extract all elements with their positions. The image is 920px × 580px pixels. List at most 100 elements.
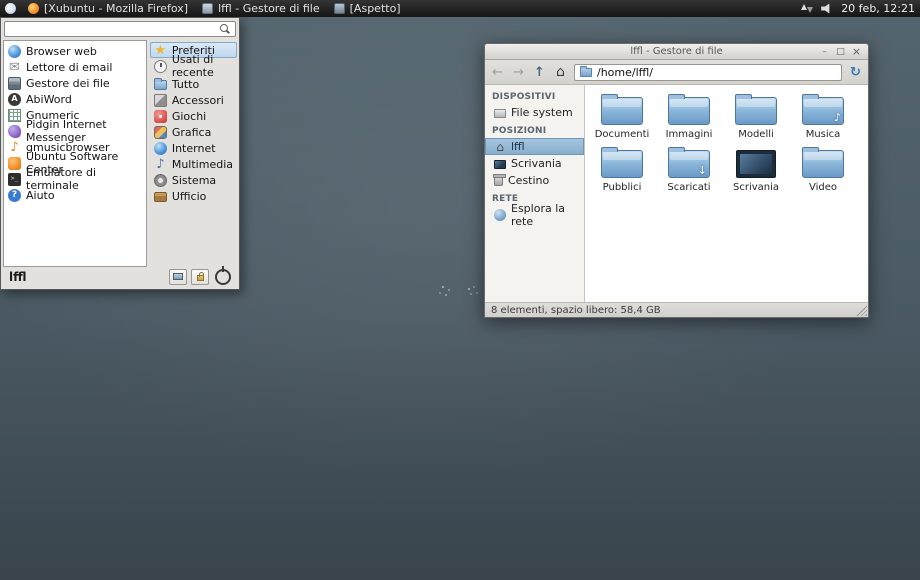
task-list: [Xubuntu - Mozilla Firefox] lffl - Gesto… xyxy=(28,2,401,15)
lock-screen-button[interactable] xyxy=(191,269,209,285)
software-bag-icon xyxy=(8,157,21,170)
file-item-musica[interactable]: ♪ Musica xyxy=(790,91,856,144)
window-body: DISPOSITIVI File system POSIZIONI lffl S… xyxy=(485,85,868,302)
music-note-icon xyxy=(8,141,21,154)
status-text: 8 elementi, spazio libero: 58,4 GB xyxy=(491,305,661,316)
places-sidebar: DISPOSITIVI File system POSIZIONI lffl S… xyxy=(485,85,585,302)
file-item-pubblici[interactable]: Pubblici xyxy=(589,144,655,197)
sidebar-item-file-system[interactable]: File system xyxy=(485,104,584,121)
gear-icon xyxy=(154,174,167,187)
menu-category-recenti[interactable]: Usati di recente xyxy=(150,58,237,74)
sidebar-item-browse-network[interactable]: Esplora la rete xyxy=(485,206,584,223)
forward-button[interactable] xyxy=(511,66,526,79)
file-label: Immagini xyxy=(666,129,713,140)
menu-app-email[interactable]: Lettore di email xyxy=(4,59,146,75)
file-item-scaricati[interactable]: ↓ Scaricati xyxy=(656,144,722,197)
search-input[interactable] xyxy=(5,23,219,36)
firefox-icon xyxy=(28,3,39,14)
taskbar-item-label: [Xubuntu - Mozilla Firefox] xyxy=(44,2,188,15)
wallpaper-dots xyxy=(468,288,470,290)
home-button[interactable] xyxy=(553,65,568,79)
briefcase-icon xyxy=(154,192,167,202)
back-button[interactable] xyxy=(490,66,505,79)
menu-category-sistema[interactable]: Sistema xyxy=(150,172,237,188)
window-titlebar[interactable]: lffl - Gestore di file xyxy=(485,44,868,60)
category-label: Usati di recente xyxy=(172,53,233,79)
menu-button[interactable] xyxy=(0,0,20,17)
menu-app-abiword[interactable]: AbiWord xyxy=(4,91,146,107)
file-label: Scrivania xyxy=(733,182,779,193)
category-label: Ufficio xyxy=(172,190,207,203)
path-field[interactable]: /home/lffl/ xyxy=(574,64,842,81)
category-label: Internet xyxy=(172,142,216,155)
file-item-documenti[interactable]: Documenti xyxy=(589,91,655,144)
file-item-modelli[interactable]: Modelli xyxy=(723,91,789,144)
up-button[interactable] xyxy=(532,66,547,79)
search-icon xyxy=(219,23,231,35)
close-button[interactable] xyxy=(851,46,862,58)
menu-category-giochi[interactable]: Giochi xyxy=(150,108,237,124)
drive-icon xyxy=(494,109,506,118)
sidebar-header-devices: DISPOSITIVI xyxy=(485,87,584,104)
app-label: Gestore dei file xyxy=(26,77,110,90)
sidebar-item-trash[interactable]: Cestino xyxy=(485,172,584,189)
menu-app-file-manager[interactable]: Gestore dei file xyxy=(4,75,146,91)
refresh-button[interactable] xyxy=(848,66,863,79)
minimize-button[interactable] xyxy=(819,46,830,58)
menu-app-terminal[interactable]: Emulatore di terminale xyxy=(4,171,146,187)
menu-category-multimedia[interactable]: Multimedia xyxy=(150,156,237,172)
window-title: lffl - Gestore di file xyxy=(485,46,868,57)
folder-download-icon: ↓ xyxy=(668,150,710,178)
category-label: Sistema xyxy=(172,174,216,187)
folder-icon xyxy=(668,97,710,125)
maximize-button[interactable] xyxy=(835,46,846,58)
pidgin-icon xyxy=(8,125,21,138)
menu-category-accessori[interactable]: Accessori xyxy=(150,92,237,108)
folder-icon xyxy=(601,150,643,178)
folder-icon xyxy=(601,97,643,125)
menu-category-internet[interactable]: Internet xyxy=(150,140,237,156)
file-item-video[interactable]: Video xyxy=(790,144,856,197)
path-text: /home/lffl/ xyxy=(597,66,653,79)
taskbar-item-file-manager[interactable]: lffl - Gestore di file xyxy=(202,2,320,15)
sidebar-item-label: Esplora la rete xyxy=(511,202,580,228)
sidebar-item-label: Scrivania xyxy=(511,157,562,170)
app-label: AbiWord xyxy=(26,93,72,106)
menu-app-pidgin[interactable]: Pidgin Internet Messenger xyxy=(4,123,146,139)
trash-icon xyxy=(494,176,503,186)
file-label: Musica xyxy=(806,129,841,140)
sidebar-item-label: lffl xyxy=(511,140,525,153)
sidebar-item-home[interactable]: lffl xyxy=(485,138,584,155)
folder-music-icon: ♪ xyxy=(802,97,844,125)
file-item-scrivania[interactable]: Scrivania xyxy=(723,144,789,197)
sidebar-item-desktop[interactable]: Scrivania xyxy=(485,155,584,172)
toolbar: /home/lffl/ xyxy=(485,60,868,85)
application-menu: Browser web Lettore di email Gestore dei… xyxy=(0,17,240,290)
lock-icon xyxy=(197,275,204,281)
power-button[interactable] xyxy=(215,269,231,285)
file-label: Documenti xyxy=(595,129,650,140)
window-controls xyxy=(819,46,868,58)
panel-clock[interactable]: 20 feb, 12:21 xyxy=(841,2,915,15)
file-label: Modelli xyxy=(738,129,774,140)
volume-tray-icon[interactable] xyxy=(821,3,833,14)
taskbar-item-label: [Aspetto] xyxy=(350,2,401,15)
network-tray-icon[interactable] xyxy=(801,3,813,14)
file-item-immagini[interactable]: Immagini xyxy=(656,91,722,144)
menu-category-ufficio[interactable]: Ufficio xyxy=(150,188,237,204)
sidebar-item-label: Cestino xyxy=(508,174,549,187)
help-icon xyxy=(8,189,21,202)
taskbar-item-appearance[interactable]: [Aspetto] xyxy=(334,2,401,15)
home-icon xyxy=(494,141,506,153)
folder-icon xyxy=(735,97,777,125)
music-emblem: ♪ xyxy=(834,111,841,124)
menu-category-grafica[interactable]: Grafica xyxy=(150,124,237,140)
settings-button[interactable] xyxy=(169,269,187,285)
file-label: Pubblici xyxy=(603,182,642,193)
resize-grip[interactable] xyxy=(856,305,867,316)
taskbar-item-firefox[interactable]: [Xubuntu - Mozilla Firefox] xyxy=(28,2,188,15)
username-label: lffl xyxy=(9,270,27,284)
menu-app-browser-web[interactable]: Browser web xyxy=(4,43,146,59)
appearance-icon xyxy=(334,3,345,14)
mail-envelope-icon xyxy=(8,61,21,74)
